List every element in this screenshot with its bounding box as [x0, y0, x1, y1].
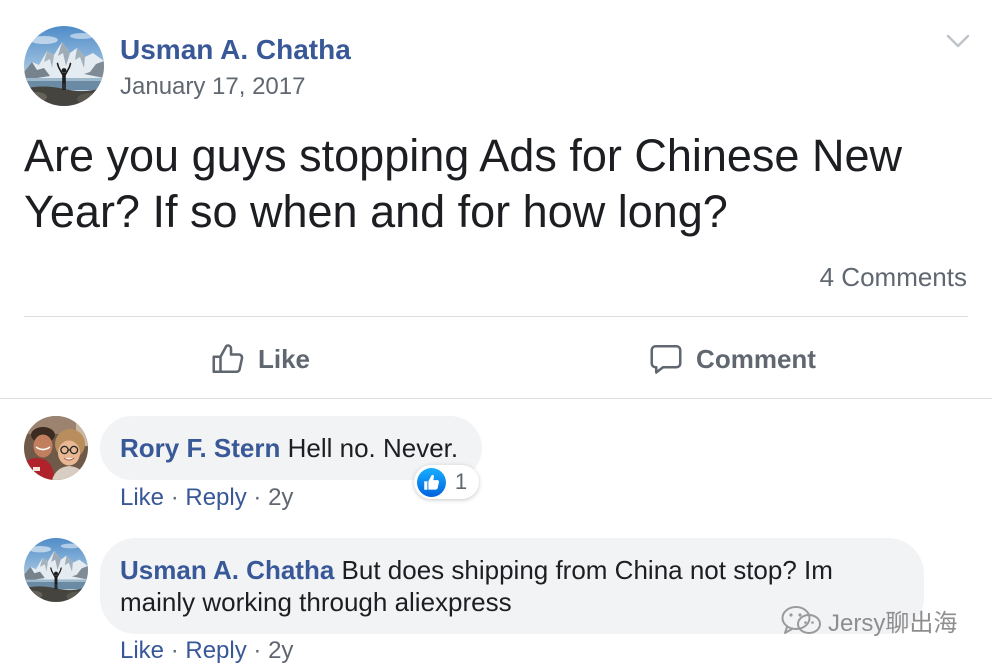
commenter-avatar[interactable]	[24, 416, 88, 480]
post-card: Usman A. Chatha January 17, 2017 Are you…	[0, 0, 992, 666]
separator: ·	[170, 484, 179, 511]
comment-count-link[interactable]: 4 Comments	[820, 261, 967, 293]
divider	[24, 316, 968, 317]
like-reaction-icon	[416, 467, 446, 497]
reaction-count: 1	[454, 469, 468, 494]
comment-author-name[interactable]: Usman A. Chatha	[120, 555, 334, 585]
comment-text: Hell no. Never.	[287, 433, 459, 463]
thumbs-up-icon	[212, 344, 244, 374]
post-author-name[interactable]: Usman A. Chatha	[120, 33, 351, 67]
divider	[0, 398, 992, 399]
watermark-text: Jersy聊出海	[828, 609, 958, 637]
chevron-down-icon[interactable]	[945, 33, 971, 49]
comment-timestamp[interactable]: 2y	[268, 484, 293, 511]
comment-actions: Like · Reply · 2y	[120, 636, 293, 666]
reaction-badge[interactable]: 1	[413, 465, 480, 499]
watermark: Jersy聊出海	[780, 604, 958, 637]
comment-like-link[interactable]: Like	[120, 637, 164, 664]
comment-button-label: Comment	[696, 343, 816, 374]
post-action-bar: Like Comment	[24, 335, 968, 383]
comment-reply-link[interactable]: Reply	[185, 484, 246, 511]
comment-button[interactable]: Comment	[496, 335, 968, 383]
comment-reply-link[interactable]: Reply	[185, 637, 246, 664]
like-button-label: Like	[257, 343, 311, 374]
comment-author-name[interactable]: Rory F. Stern	[120, 433, 280, 463]
post-text: Are you guys stopping Ads for Chinese Ne…	[24, 130, 902, 237]
comment-actions: Like · Reply · 2y	[120, 483, 293, 513]
separator: ·	[253, 637, 262, 664]
wechat-icon	[781, 606, 821, 634]
commenter-avatar[interactable]	[24, 538, 88, 602]
like-button[interactable]: Like	[24, 335, 496, 383]
speech-bubble-icon	[650, 344, 682, 374]
comment-like-link[interactable]: Like	[120, 484, 164, 511]
comment-timestamp[interactable]: 2y	[268, 637, 293, 664]
comment-bubble: Rory F. Stern Hell no. Never. 1	[100, 416, 483, 499]
separator: ·	[170, 637, 179, 664]
post-timestamp[interactable]: January 17, 2017	[120, 72, 305, 102]
separator: ·	[253, 484, 262, 511]
author-avatar[interactable]	[24, 26, 104, 106]
